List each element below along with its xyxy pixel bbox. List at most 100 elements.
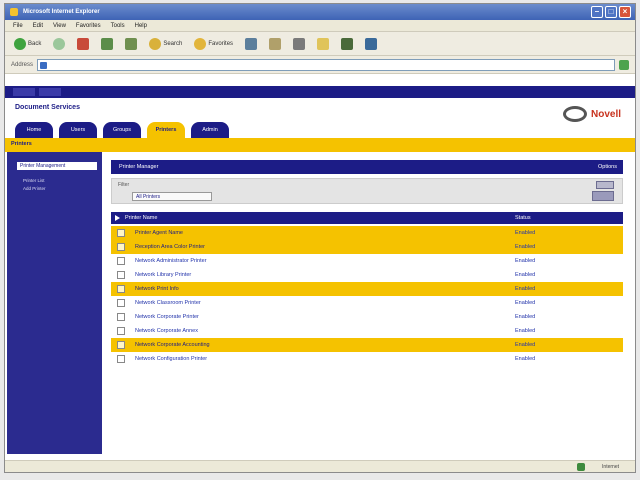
- address-input[interactable]: [37, 58, 615, 71]
- column-header-status[interactable]: Status: [515, 212, 531, 224]
- menu-tools[interactable]: Tools: [111, 20, 125, 31]
- menu-help[interactable]: Help: [135, 20, 147, 31]
- status-bar: Internet: [5, 460, 635, 472]
- minimize-button[interactable]: –: [591, 6, 603, 18]
- panel-options-link[interactable]: Options: [598, 160, 617, 174]
- window-controls: – □ ×: [591, 6, 631, 18]
- sidebar-heading[interactable]: Printer Management: [17, 162, 97, 170]
- printer-name-link[interactable]: Network Print Info: [135, 282, 179, 296]
- tab-groups[interactable]: Groups: [103, 122, 141, 138]
- top-nav-segment[interactable]: [39, 88, 61, 96]
- discuss-icon: [341, 37, 354, 50]
- go-icon[interactable]: [619, 59, 629, 70]
- filter-go-button[interactable]: [592, 191, 614, 201]
- row-checkbox[interactable]: [117, 271, 125, 279]
- filter-options-button[interactable]: [596, 181, 614, 189]
- maximize-button[interactable]: □: [605, 6, 617, 18]
- printer-list: Printer Agent Name Enabled Reception Area …: [111, 226, 623, 366]
- list-header: Printer Name Status: [111, 212, 623, 224]
- panel-header: Printer Manager Options: [111, 160, 623, 174]
- printer-status: Enabled: [515, 300, 536, 306]
- sidebar: Printer Management Printer List Add Prin…: [7, 152, 102, 454]
- browser-icon: [10, 8, 18, 16]
- tab-admin[interactable]: Admin: [191, 122, 229, 138]
- table-row[interactable]: Reception Area Color Printer Enabled: [111, 240, 623, 254]
- printer-name-link[interactable]: Reception Area Color Printer: [135, 240, 205, 254]
- row-checkbox[interactable]: [117, 313, 125, 321]
- printer-name-link[interactable]: Network Configuration Printer: [135, 352, 207, 366]
- zone-text: Internet: [602, 464, 619, 470]
- discuss-button[interactable]: [338, 36, 356, 52]
- row-checkbox[interactable]: [117, 257, 125, 265]
- mail-button[interactable]: [266, 36, 284, 52]
- table-row[interactable]: Network Corporate Accounting Enabled: [111, 338, 623, 352]
- printer-name-link[interactable]: Printer Agent Name: [135, 226, 183, 240]
- printer-status: Enabled: [515, 356, 536, 362]
- favorites-button[interactable]: Favorites: [191, 36, 236, 52]
- close-button[interactable]: ×: [619, 6, 631, 18]
- novell-logo: Novell: [562, 106, 621, 122]
- breadcrumb[interactable]: Printers: [11, 141, 32, 147]
- toolbar: Back Search Favorites: [5, 32, 635, 56]
- printer-name-link[interactable]: Network Corporate Accounting: [135, 338, 210, 352]
- row-checkbox[interactable]: [117, 229, 125, 237]
- tab-printers[interactable]: Printers: [147, 122, 185, 138]
- menu-file[interactable]: File: [13, 20, 23, 31]
- row-checkbox[interactable]: [117, 299, 125, 307]
- messenger-button[interactable]: [362, 36, 380, 52]
- printer-status: Enabled: [515, 314, 536, 320]
- menu-edit[interactable]: Edit: [33, 20, 43, 31]
- mail-icon: [269, 37, 282, 50]
- row-checkbox[interactable]: [117, 341, 125, 349]
- printer-name-link[interactable]: Network Corporate Printer: [135, 310, 199, 324]
- table-row[interactable]: Network Corporate Printer Enabled: [111, 310, 623, 324]
- menu-bar: File Edit View Favorites Tools Help: [5, 20, 635, 32]
- table-row[interactable]: Network Administrator Printer Enabled: [111, 254, 623, 268]
- row-checkbox[interactable]: [117, 285, 125, 293]
- printer-name-link[interactable]: Network Corporate Annex: [135, 324, 198, 338]
- table-row[interactable]: Network Print Info Enabled: [111, 282, 623, 296]
- table-row[interactable]: Network Classroom Printer Enabled: [111, 296, 623, 310]
- table-row[interactable]: Network Library Printer Enabled: [111, 268, 623, 282]
- sidebar-item-printer-list[interactable]: Printer List: [23, 178, 77, 183]
- tab-home[interactable]: Home: [15, 122, 53, 138]
- search-button[interactable]: Search: [146, 36, 185, 52]
- tab-users[interactable]: Users: [59, 122, 97, 138]
- table-row[interactable]: Printer Agent Name Enabled: [111, 226, 623, 240]
- row-checkbox[interactable]: [117, 327, 125, 335]
- printer-icon: [293, 37, 306, 50]
- printer-name-link[interactable]: Network Library Printer: [135, 268, 191, 282]
- edit-button[interactable]: [314, 36, 332, 52]
- row-checkbox[interactable]: [117, 243, 125, 251]
- star-icon: [194, 37, 207, 50]
- home-button[interactable]: [122, 36, 140, 52]
- column-header-name[interactable]: Printer Name: [125, 215, 157, 221]
- back-button[interactable]: Back: [11, 36, 44, 52]
- refresh-icon: [101, 37, 114, 50]
- printer-name-link[interactable]: Network Administrator Printer: [135, 254, 207, 268]
- folder-icon: [317, 37, 330, 50]
- forward-arrow-icon: [53, 37, 66, 50]
- printer-name-link[interactable]: Network Classroom Printer: [135, 296, 201, 310]
- refresh-button[interactable]: [98, 36, 116, 52]
- table-row[interactable]: Network Corporate Annex Enabled: [111, 324, 623, 338]
- sort-arrow-icon[interactable]: [115, 215, 120, 221]
- main-content: Printer Manager Options Filter All Print…: [111, 160, 623, 452]
- menu-favorites[interactable]: Favorites: [76, 20, 101, 31]
- forward-button[interactable]: [50, 36, 68, 52]
- history-button[interactable]: [242, 36, 260, 52]
- row-checkbox[interactable]: [117, 355, 125, 363]
- title-bar: Microsoft Internet Explorer – □ ×: [5, 4, 635, 20]
- filter-select[interactable]: All Printers: [132, 192, 212, 201]
- top-nav-segment[interactable]: [13, 88, 35, 96]
- printer-status: Enabled: [515, 328, 536, 334]
- address-label: Address: [11, 61, 34, 68]
- menu-view[interactable]: View: [53, 20, 66, 31]
- table-row[interactable]: Network Configuration Printer Enabled: [111, 352, 623, 366]
- sidebar-item-add-printer[interactable]: Add Printer: [23, 186, 77, 191]
- stop-button[interactable]: [74, 36, 92, 52]
- home-icon: [125, 37, 138, 50]
- print-button[interactable]: [290, 36, 308, 52]
- filter-row: Filter All Printers: [111, 178, 623, 204]
- history-icon: [245, 37, 258, 50]
